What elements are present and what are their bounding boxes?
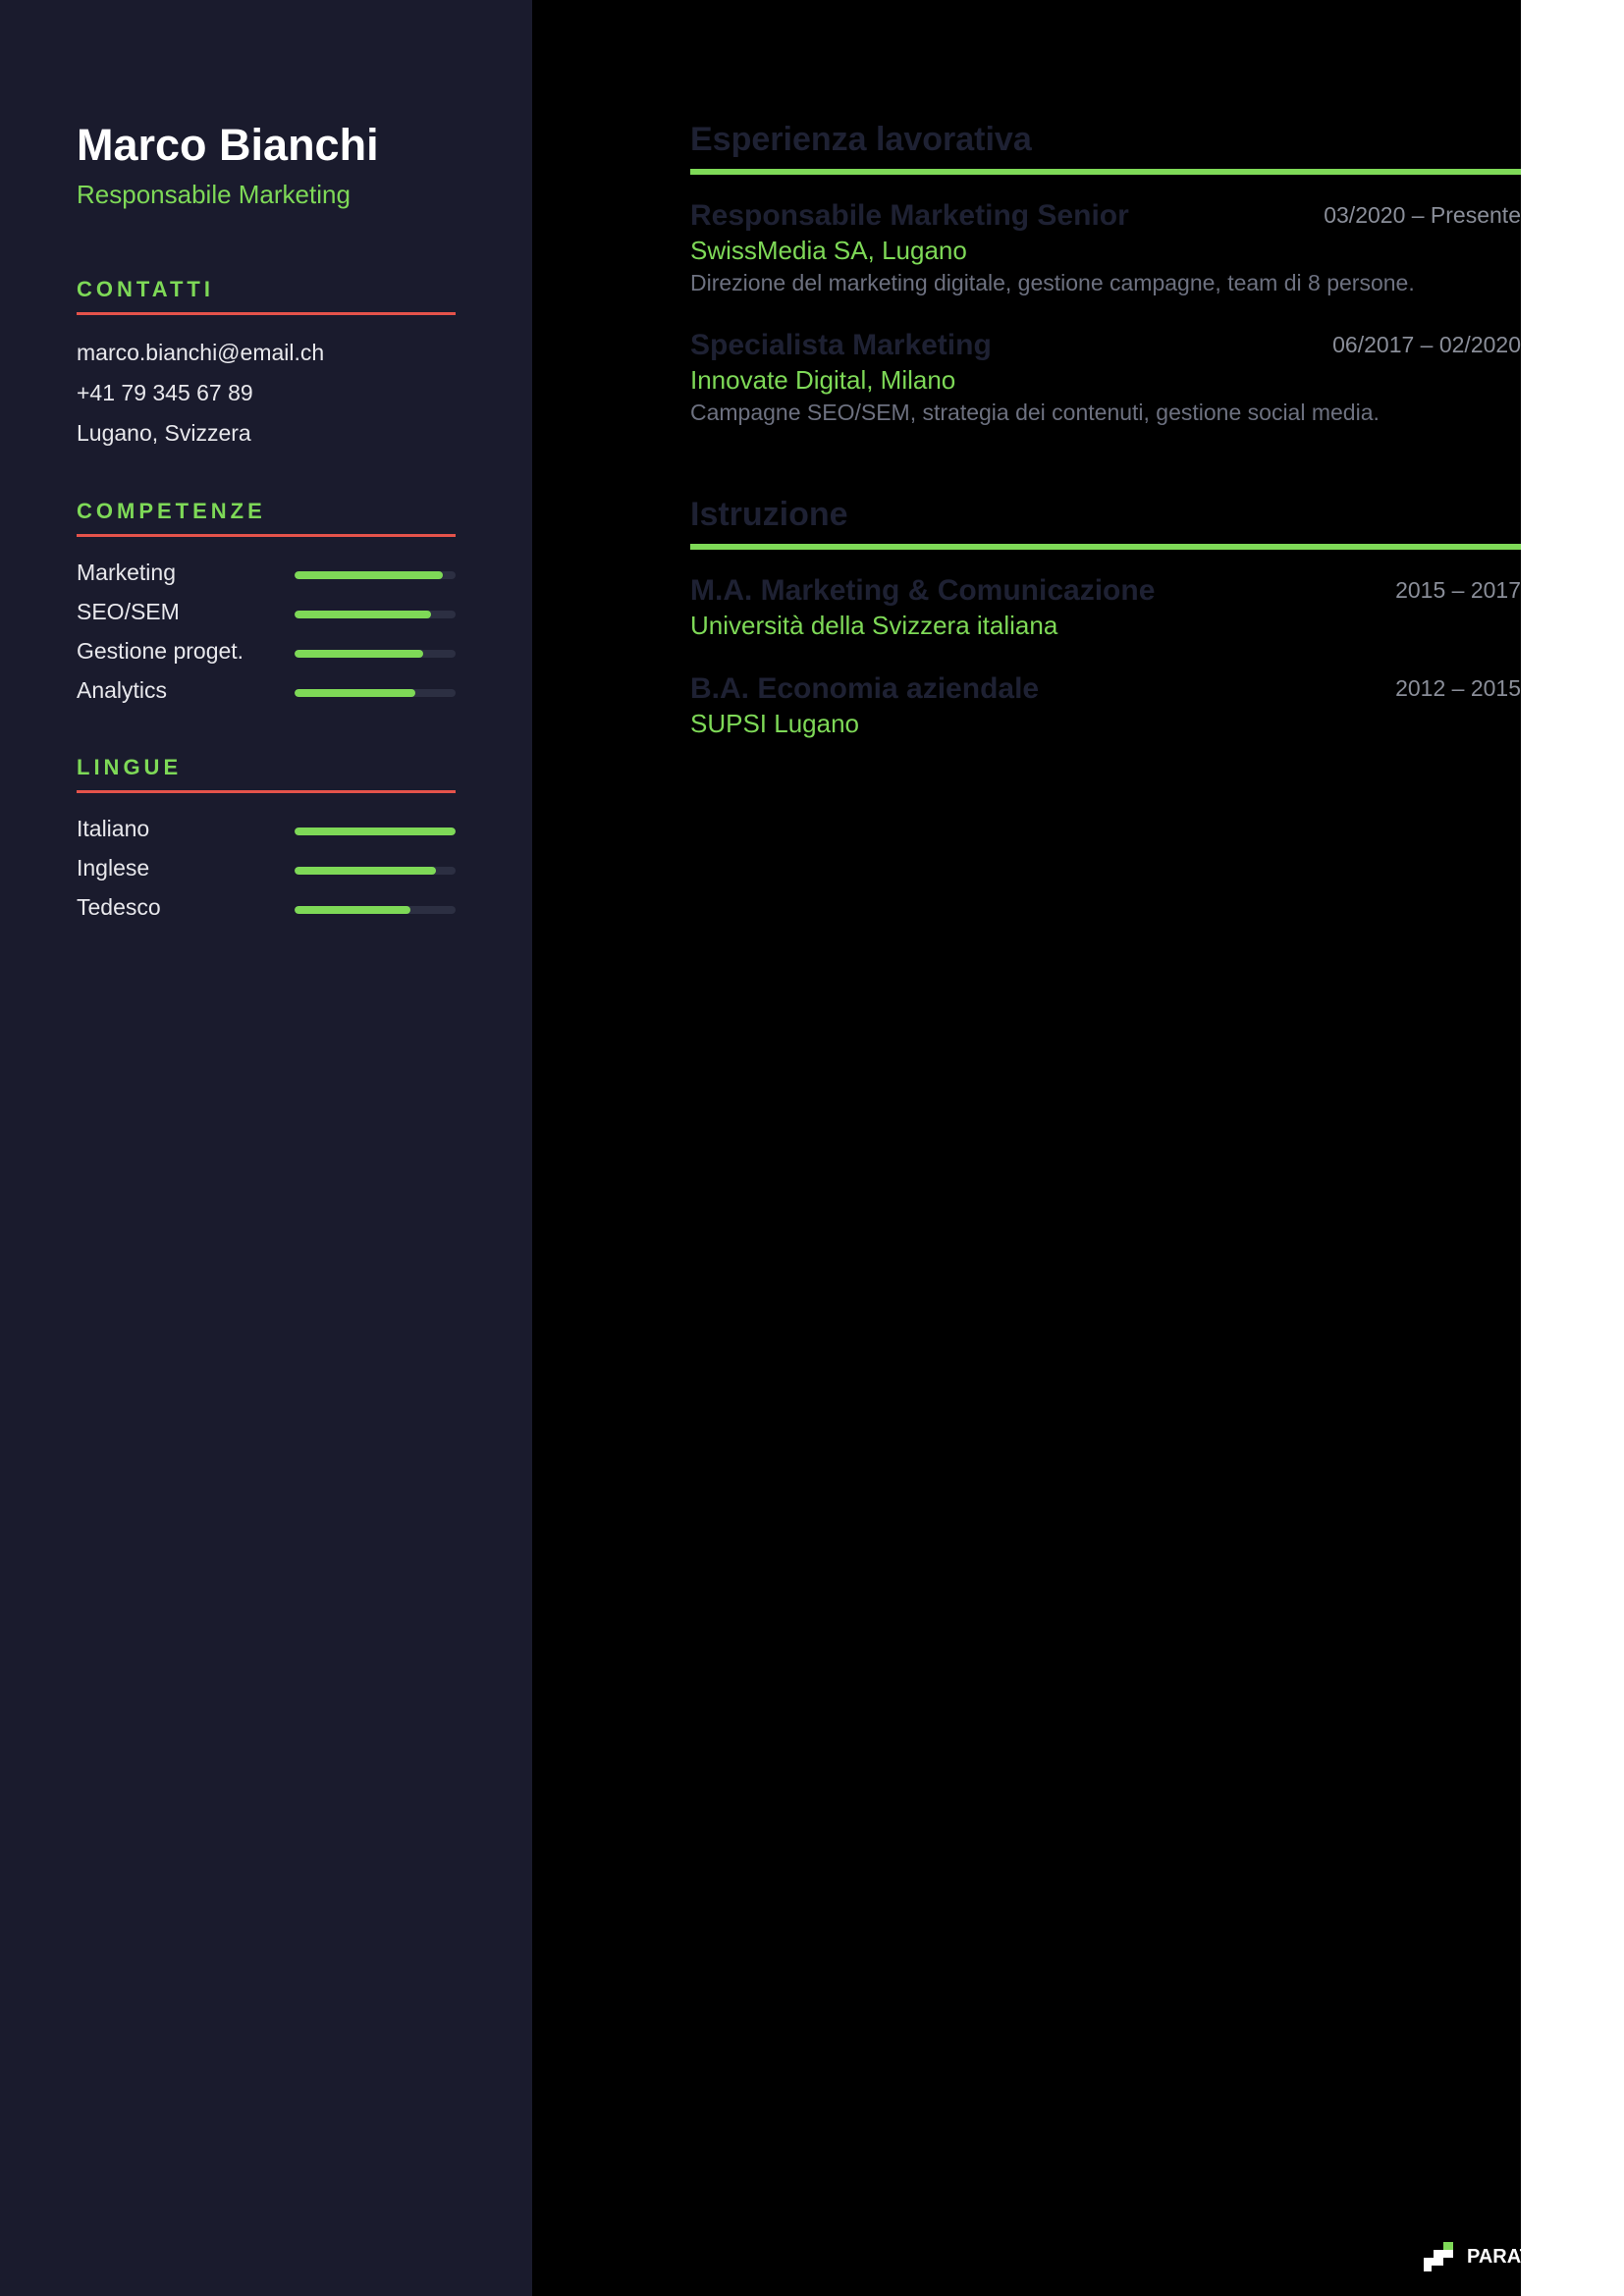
page-edge [1521, 0, 1624, 2296]
languages-list: Italiano Inglese Tedesco [77, 809, 456, 927]
language-row: Inglese [77, 848, 456, 887]
language-label: Tedesco [77, 894, 161, 920]
language-label: Inglese [77, 855, 150, 881]
skill-label: Gestione proget. [77, 638, 244, 664]
language-row: Tedesco [77, 887, 456, 927]
language-bar-track [295, 828, 456, 835]
skill-row: SEO/SEM [77, 592, 456, 631]
experience-company: SwissMedia SA, Lugano [690, 236, 967, 265]
sidebar-content: Marco Bianchi Responsabile Marketing CON… [77, 118, 456, 927]
experience-description: Direzione del marketing digitale, gestio… [690, 270, 1415, 295]
contact-email: marco.bianchi@email.ch [77, 340, 325, 365]
skill-label: Analytics [77, 677, 168, 703]
sidebar: Marco Bianchi Responsabile Marketing CON… [0, 0, 532, 2296]
skill-row: Gestione proget. [77, 631, 456, 670]
experience-entry: Responsabile Marketing Senior 03/2020 – … [690, 198, 1521, 298]
logo-mark-icon [1424, 2242, 1453, 2271]
skills-list: Marketing SEO/SEM Gestione proget. Analy… [77, 553, 456, 710]
skill-label: SEO/SEM [77, 599, 180, 624]
skill-bar-track [295, 571, 456, 579]
brand-logo: PARATYPE [1422, 2242, 1521, 2271]
language-label: Italiano [77, 816, 150, 841]
logo-text: PARATYPE [1467, 2246, 1521, 2268]
skill-row: Marketing [77, 553, 456, 592]
skill-row: Analytics [77, 670, 456, 710]
skill-bar-fill [295, 611, 432, 618]
skill-bar-fill [295, 689, 415, 697]
skill-bar-fill [295, 571, 443, 579]
skill-bar-track [295, 650, 456, 658]
skill-bar-track [295, 611, 456, 618]
education-list: M.A. Marketing & Comunicazione 2015 – 20… [690, 573, 1521, 740]
contact-location: Lugano, Svizzera [77, 420, 251, 446]
education-dates: 2012 – 2015 [1395, 675, 1521, 701]
experience-dates: 03/2020 – Presente [1324, 202, 1521, 228]
profile-name: Marco Bianchi [77, 120, 379, 170]
language-bar-fill [295, 867, 437, 875]
education-section: Istruzione M.A. Marketing & Comunicazion… [690, 493, 1521, 740]
education-entry: M.A. Marketing & Comunicazione 2015 – 20… [690, 573, 1521, 642]
language-bar-track [295, 867, 456, 875]
experience-company: Innovate Digital, Milano [690, 365, 956, 395]
experience-heading: Esperienza lavorativa [690, 118, 1521, 175]
education-institution: SUPSI Lugano [690, 709, 860, 738]
experience-entry: Specialista Marketing 06/2017 – 02/2020 … [690, 328, 1521, 428]
languages-section: LINGUE Italiano Inglese Tedesco [77, 755, 456, 927]
contact-phone: +41 79 345 67 89 [77, 380, 253, 405]
language-bar-fill [295, 828, 456, 835]
education-heading: Istruzione [690, 493, 1521, 550]
skill-bar-track [295, 689, 456, 697]
skill-label: Marketing [77, 560, 176, 585]
experience-section: Esperienza lavorativa Responsabile Marke… [690, 118, 1521, 428]
skills-section: COMPETENZE Marketing SEO/SEM Gestione pr… [77, 499, 456, 710]
experience-dates: 06/2017 – 02/2020 [1332, 332, 1521, 357]
education-dates: 2015 – 2017 [1395, 577, 1521, 603]
education-institution: Università della Svizzera italiana [690, 611, 1058, 640]
language-bar-track [295, 906, 456, 914]
experience-description: Campagne SEO/SEM, strategia dei contenut… [690, 400, 1380, 425]
language-bar-fill [295, 906, 411, 914]
experience-list: Responsabile Marketing Senior 03/2020 – … [690, 198, 1521, 428]
contacts-section: CONTATTI marco.bianchi@email.ch +41 79 3… [77, 277, 456, 454]
language-row: Italiano [77, 809, 456, 848]
profile-title: Responsabile Marketing [77, 180, 351, 209]
contacts-heading: CONTATTI [77, 277, 456, 315]
contact-list: marco.bianchi@email.ch +41 79 345 67 89 … [77, 333, 456, 454]
skills-heading: COMPETENZE [77, 499, 456, 537]
languages-heading: LINGUE [77, 755, 456, 793]
skill-bar-fill [295, 650, 424, 658]
main-content: Esperienza lavorativa Responsabile Marke… [690, 118, 1521, 740]
education-entry: B.A. Economia aziendale 2012 – 2015 SUPS… [690, 671, 1521, 740]
